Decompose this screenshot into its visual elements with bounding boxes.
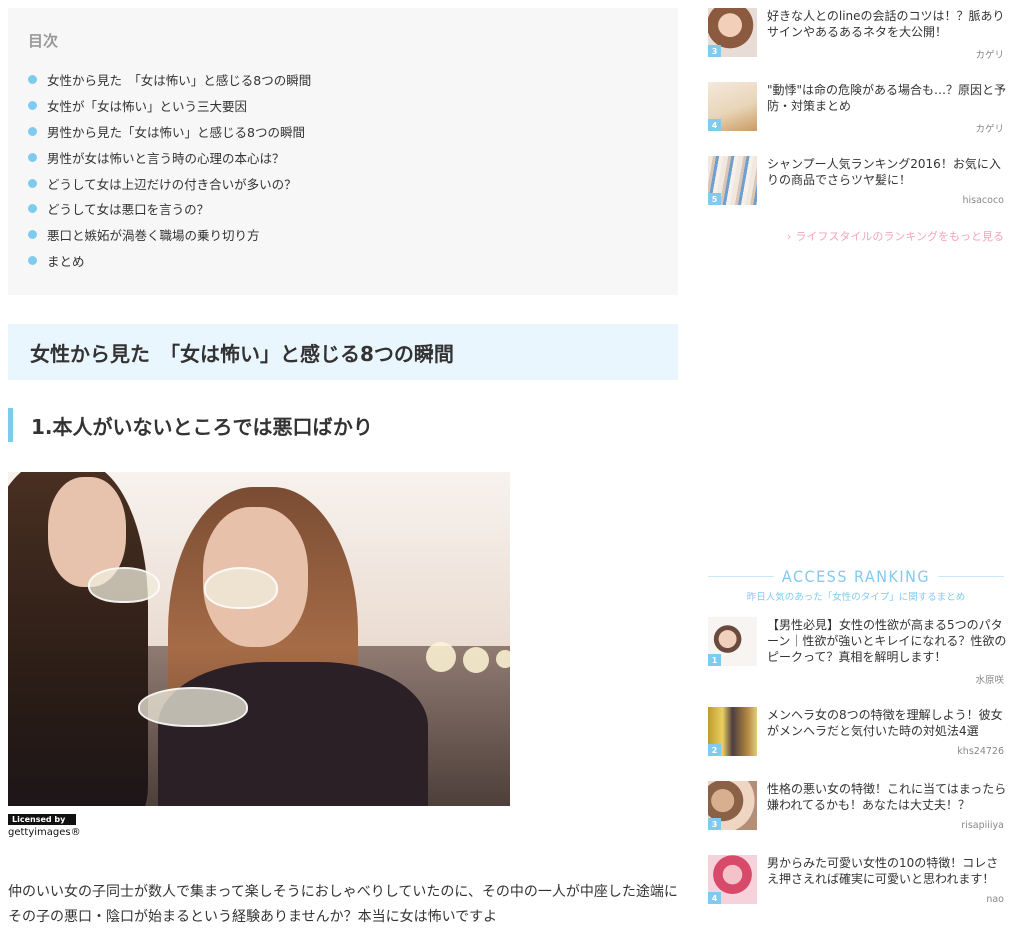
ranking-title[interactable]: シャンプー人気ランキング2016！お気に入りの商品でさらツヤ髪に！ [767, 156, 1007, 188]
toc-item[interactable]: 男性から見た「女は怖い」と感じる8つの瞬間 [28, 119, 658, 145]
license-badge: Licensed by [8, 814, 76, 825]
photo-glass [204, 567, 278, 609]
access-ranking-header: ACCESS RANKING [708, 565, 1004, 587]
photo-bokeh [426, 642, 456, 672]
photo-figure [158, 662, 428, 806]
bullet-icon [28, 230, 37, 240]
divider [938, 575, 1004, 577]
getty-logo: gettyimages® [8, 827, 81, 838]
more-ranking-label: ライフスタイルのランキングをもっと見る [795, 230, 1004, 243]
toc-item[interactable]: 男性が女は怖いと言う時の心理の本心は？ [28, 144, 658, 170]
toc-item[interactable]: どうして女は上辺だけの付き合いが多いの？ [28, 170, 658, 196]
ranking-thumbnail: 5 [708, 156, 757, 205]
ranking-title[interactable]: 男からみた可愛い女性の10の特徴！コレさえ押さえれば確実に可愛いと思われます！ [767, 855, 1007, 887]
toc-item-label: どうして女は悪口を言うの？ [47, 202, 210, 218]
toc-item[interactable]: まとめ [28, 248, 658, 274]
toc-item[interactable]: 女性が「女は怖い」という三大要因 [28, 93, 658, 119]
toc-item-label: 悪口と嫉妬が渦巻く職場の乗り切り方 [47, 228, 260, 244]
ranking-item[interactable]: 5 シャンプー人気ランキング2016！お気に入りの商品でさらツヤ髪に！ hisa… [708, 156, 1004, 216]
ranking-title[interactable]: "動悸"は命の危険がある場合も…？原因と予防・対策まとめ [767, 82, 1007, 114]
toc-item[interactable]: どうして女は悪口を言うの？ [28, 196, 658, 222]
ranking-author: hisacoco [962, 195, 1004, 206]
rank-badge: 4 [708, 892, 721, 904]
chevron-right-icon: › [786, 230, 792, 243]
bullet-icon [28, 178, 37, 188]
bullet-icon [28, 204, 37, 214]
ranking-title[interactable]: 【男性必見】女性の性欲が高まる5つのパターン｜性欲が強いとキレイになれる？性欲の… [767, 617, 1007, 665]
ranking-author: nao [986, 894, 1004, 905]
ranking-item[interactable]: 2 メンヘラ女の8つの特徴を理解しよう！彼女がメンヘラだと気付いた時の対処法4選… [708, 707, 1004, 767]
bullet-icon [28, 101, 37, 111]
ranking-item[interactable]: 4 男からみた可愛い女性の10の特徴！コレさえ押さえれば確実に可愛いと思われます… [708, 855, 1004, 915]
section-heading: 女性から見た 「女は怖い」と感じる8つの瞬間 [8, 324, 678, 380]
photo-glass [138, 687, 248, 727]
bullet-icon [28, 75, 37, 85]
ranking-item[interactable]: 3 好きな人とのlineの会話のコツは！？脈ありサインやあるあるネタを大公開！ … [708, 8, 1007, 68]
ranking-author: khs24726 [957, 746, 1004, 757]
ranking-thumbnail: 4 [708, 82, 757, 131]
article-photo [8, 472, 510, 806]
toc-title: 目次 [28, 32, 59, 50]
subsection-heading: 1.本人がいないところでは悪口ばかり [8, 408, 373, 442]
toc-item-label: 男性が女は怖いと言う時の心理の本心は？ [47, 150, 285, 166]
more-ranking-link[interactable]: › ライフスタイルのランキングをもっと見る [708, 228, 1004, 244]
ranking-item[interactable]: 1 【男性必見】女性の性欲が高まる5つのパターン｜性欲が強いとキレイになれる？性… [708, 617, 1007, 687]
rank-badge: 3 [708, 45, 721, 57]
toc-item-label: 男性から見た「女は怖い」と感じる8つの瞬間 [47, 124, 305, 140]
ranking-author: risapiiiya [961, 820, 1004, 831]
rank-badge: 2 [708, 744, 721, 756]
ranking-title[interactable]: 好きな人とのlineの会話のコツは！？脈ありサインやあるあるネタを大公開！ [767, 8, 1007, 40]
bullet-icon [28, 255, 37, 265]
ranking-author: カゲリ [975, 124, 1004, 135]
ranking-title[interactable]: 性格の悪い女の特徴！これに当てはまったら嫌われてるかも！あなたは大丈夫！？ [767, 781, 1007, 813]
ranking-author: 水原咲 [975, 675, 1004, 686]
toc-item-label: どうして女は上辺だけの付き合いが多いの？ [47, 176, 297, 192]
photo-glass [88, 567, 160, 603]
toc-item-label: まとめ [47, 253, 85, 269]
ranking-item[interactable]: 4 "動悸"は命の危険がある場合も…？原因と予防・対策まとめ カゲリ [708, 82, 1007, 142]
ranking-thumbnail: 3 [708, 8, 757, 57]
rank-badge: 3 [708, 818, 721, 830]
access-ranking-subtitle: 昨日人気のあった「女性のタイプ」に関するまとめ [746, 592, 966, 603]
photo-bokeh [463, 647, 489, 673]
image-credit: Licensed by gettyimages® [8, 814, 88, 838]
rank-badge: 5 [708, 193, 721, 205]
toc-list: 女性から見た 「女は怖い」と感じる8つの瞬間 女性が「女は怖い」という三大要因 … [28, 67, 658, 273]
ranking-thumbnail: 2 [708, 707, 757, 756]
bullet-icon [28, 152, 37, 162]
photo-bokeh [496, 650, 510, 668]
ranking-thumbnail: 1 [708, 617, 757, 666]
ranking-title[interactable]: メンヘラ女の8つの特徴を理解しよう！彼女がメンヘラだと気付いた時の対処法4選 [767, 707, 1007, 739]
toc-item-label: 女性から見た 「女は怖い」と感じる8つの瞬間 [47, 73, 312, 89]
toc-item-label: 女性が「女は怖い」という三大要因 [47, 99, 248, 115]
ranking-author: カゲリ [975, 50, 1004, 61]
ranking-thumbnail: 4 [708, 855, 757, 904]
divider [708, 575, 774, 577]
article-paragraph: 仲のいい女の子同士が数人で集まって楽しそうにおしゃべりしていたのに、その中の一人… [8, 884, 678, 925]
ranking-item[interactable]: 3 性格の悪い女の特徴！これに当てはまったら嫌われてるかも！あなたは大丈夫！？ … [708, 781, 1007, 841]
ranking-thumbnail: 3 [708, 781, 757, 830]
table-of-contents: 目次 女性から見た 「女は怖い」と感じる8つの瞬間 女性が「女は怖い」という三大… [8, 8, 678, 295]
rank-badge: 1 [708, 654, 721, 666]
toc-item[interactable]: 悪口と嫉妬が渦巻く職場の乗り切り方 [28, 222, 658, 248]
rank-badge: 4 [708, 119, 721, 131]
access-ranking-title: ACCESS RANKING [781, 566, 931, 586]
bullet-icon [28, 126, 37, 136]
toc-item[interactable]: 女性から見た 「女は怖い」と感じる8つの瞬間 [28, 67, 658, 93]
